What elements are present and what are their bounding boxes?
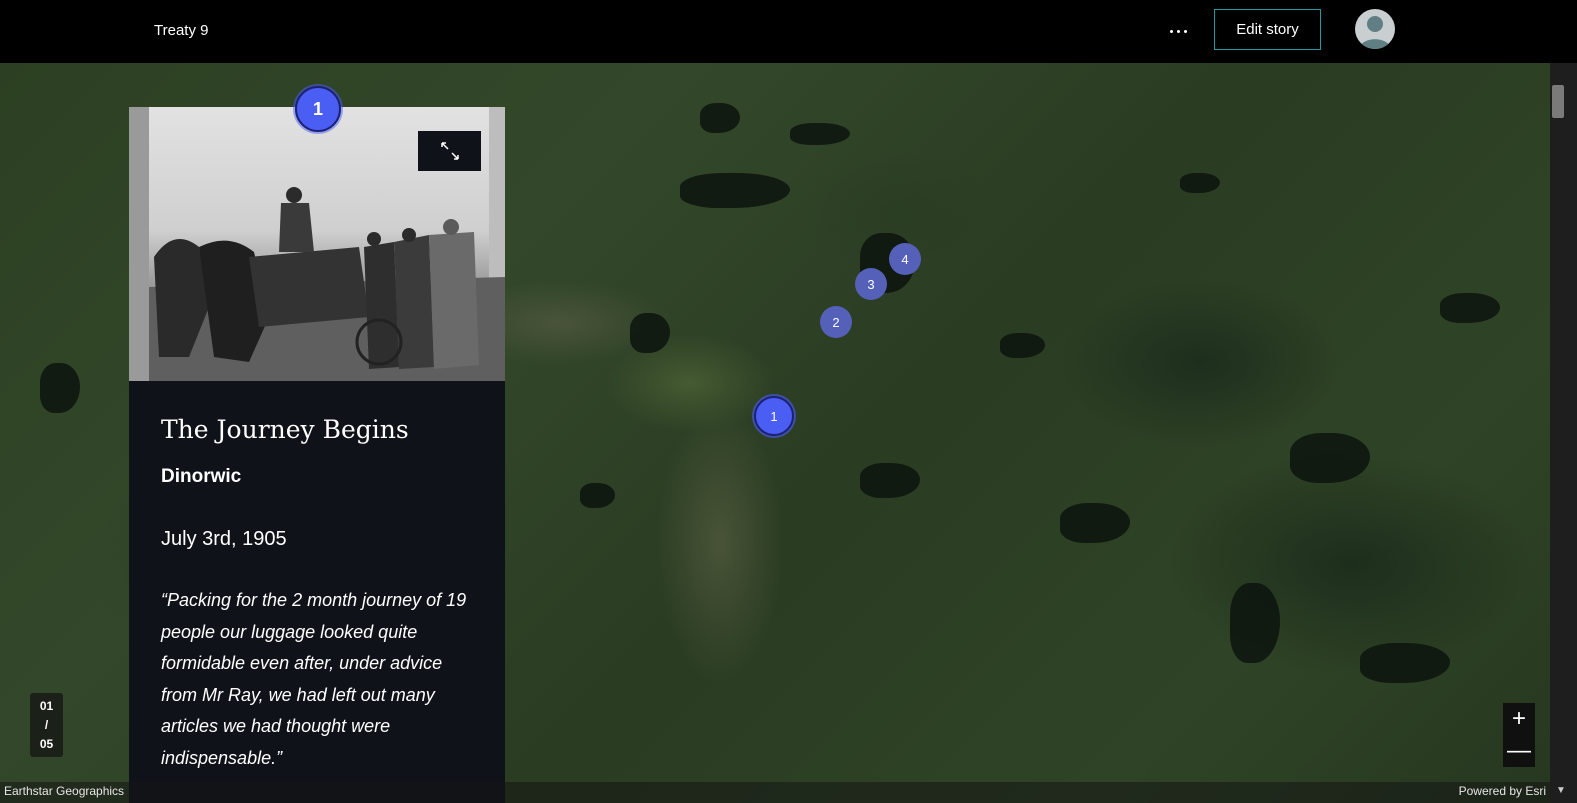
lake [1230, 583, 1280, 663]
historical-photo[interactable] [129, 107, 505, 381]
lake [680, 173, 790, 208]
lake [860, 463, 920, 498]
edit-story-button[interactable]: Edit story [1214, 9, 1321, 50]
expand-icon [440, 142, 459, 160]
card-body: The Journey Begins Dinorwic July 3rd, 19… [161, 415, 481, 774]
lake [700, 103, 740, 133]
lake [630, 313, 670, 353]
map-marker-4[interactable]: 4 [889, 243, 921, 275]
page-total: 05 [39, 736, 54, 751]
lake [1290, 433, 1370, 483]
lake [1000, 333, 1045, 358]
attribution-source[interactable]: Earthstar Geographics [4, 784, 124, 798]
lake [1360, 643, 1450, 683]
map-marker-1[interactable]: 1 [754, 396, 794, 436]
lake [790, 123, 850, 145]
ellipsis-dot [1176, 29, 1180, 33]
scrollbar-thumb[interactable] [1552, 85, 1564, 118]
map-marker-2[interactable]: 2 [820, 306, 852, 338]
user-avatar-icon[interactable] [1355, 9, 1395, 49]
expand-media-button[interactable] [418, 131, 481, 171]
page-counter: 01 / 05 [30, 693, 63, 757]
more-options-button[interactable] [1163, 16, 1193, 46]
lake [1180, 173, 1220, 193]
scroll-down-icon[interactable]: ▼ [1556, 785, 1566, 796]
page-current: 01 [39, 698, 54, 713]
card-quote: “Packing for the 2 month journey of 19 p… [161, 590, 467, 768]
card-title: The Journey Begins [161, 415, 409, 444]
zoom-out-button[interactable]: — [1503, 735, 1535, 767]
page-separator: / [44, 717, 49, 732]
attribution-powered-by[interactable]: Powered by Esri [1459, 784, 1546, 798]
zoom-controls: + — [1503, 703, 1535, 767]
card-date: July 3rd, 1905 [161, 528, 287, 550]
scrollbar[interactable] [1550, 63, 1577, 803]
zoom-in-button[interactable]: + [1503, 703, 1535, 735]
ellipsis-dot [1183, 29, 1187, 33]
attribution-bar: Earthstar Geographics Powered by Esri [0, 782, 1550, 803]
story-card: The Journey Begins Dinorwic July 3rd, 19… [129, 107, 505, 803]
lake [1440, 293, 1500, 323]
map-marker-3[interactable]: 3 [855, 268, 887, 300]
card-subtitle: Dinorwic [161, 466, 242, 487]
lake [1060, 503, 1130, 543]
story-title[interactable]: Treaty 9 [154, 22, 208, 39]
ellipsis-icon [1169, 29, 1173, 33]
lake [580, 483, 615, 508]
lake [40, 363, 80, 413]
app-header: Treaty 9 Edit story [0, 0, 1577, 63]
card-marker-1[interactable]: 1 [295, 86, 341, 132]
